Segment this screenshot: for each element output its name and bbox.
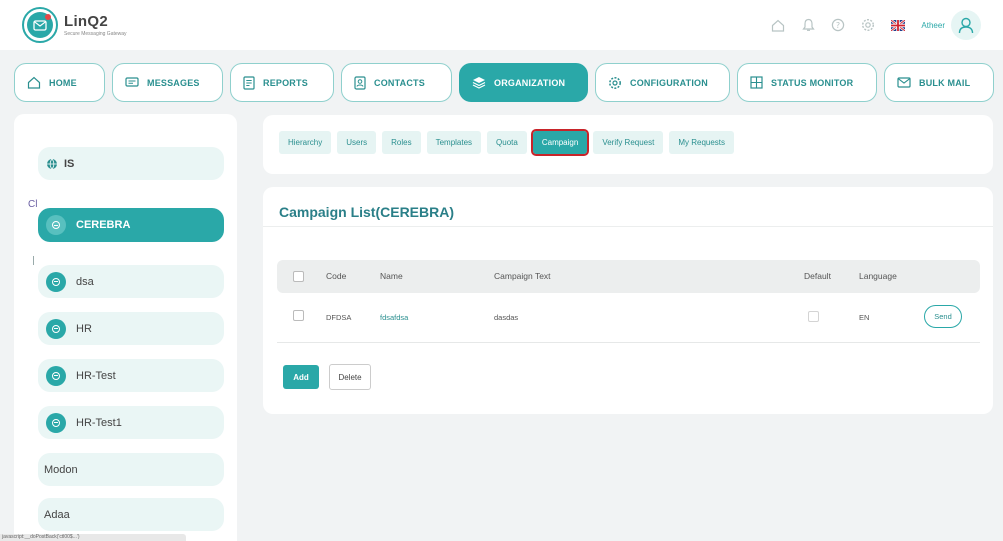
delete-button[interactable]: Delete	[329, 364, 371, 390]
table-row: DFDSA fdsafdsa dasdas EN Send	[277, 295, 980, 343]
sidebar-item-adaa[interactable]: Adaa	[38, 498, 224, 531]
default-checkbox[interactable]	[808, 311, 819, 322]
app-subtitle: Secure Messaging Gateway	[64, 31, 127, 37]
settings-icon[interactable]	[853, 10, 883, 40]
title-divider	[263, 226, 993, 227]
app-logo[interactable]: LinQ2 Secure Messaging Gateway	[22, 7, 127, 43]
tab-verify-request[interactable]: Verify Request	[593, 131, 664, 154]
sidebar-root-is[interactable]: IS	[38, 147, 224, 180]
page-title: Campaign List(CEREBRA)	[279, 204, 455, 220]
app-title: LinQ2	[64, 13, 109, 30]
sidebar-root-label: IS	[64, 157, 75, 170]
tab-campaign[interactable]: Campaign	[530, 129, 590, 156]
nav-messages[interactable]: MESSAGES	[112, 63, 223, 102]
tab-hierarchy[interactable]: Hierarchy	[279, 131, 332, 154]
sidebar-item-label: Adaa	[44, 508, 70, 521]
tab-my-requests[interactable]: My Requests	[669, 131, 735, 154]
send-button[interactable]: Send	[924, 305, 962, 328]
home-icon[interactable]	[763, 10, 793, 40]
layers-icon	[472, 77, 486, 89]
nav-home[interactable]: HOME	[14, 63, 105, 102]
sidebar-item-dsa[interactable]: dsa	[38, 265, 224, 298]
org-sidebar: IS Cl CEREBRA dsa HR HR-Test HR-Test1 Mo…	[14, 114, 237, 541]
minus-circle-icon	[46, 412, 66, 433]
sidebar-section-label: Cl	[28, 199, 38, 210]
column-header-code: Code	[326, 271, 347, 281]
sidebar-item-hr-test1[interactable]: HR-Test1	[38, 406, 224, 439]
sidebar-item-modon[interactable]: Modon	[38, 453, 224, 486]
grid-icon	[750, 76, 763, 89]
sidebar-item-label: HR-Test1	[76, 416, 122, 429]
nav-organization[interactable]: ORGANIZATION	[459, 63, 588, 102]
minus-circle-icon	[46, 365, 66, 386]
minus-circle-icon	[46, 215, 66, 235]
sidebar-item-label: HR-Test	[76, 369, 116, 382]
cell-code: DFDSA	[326, 313, 352, 322]
column-header-default: Default	[804, 271, 831, 281]
add-button[interactable]: Add	[283, 365, 319, 389]
nav-organization-label: ORGANIZATION	[494, 77, 566, 88]
logo-mark	[22, 7, 58, 43]
nav-status-monitor-label: STATUS MONITOR	[771, 77, 854, 88]
campaign-panel: Campaign List(CEREBRA) Code Name Campaig…	[263, 187, 993, 414]
browser-status-bar: javascript:__doPostBack('ctl00$...')	[0, 534, 186, 541]
report-icon	[243, 75, 255, 90]
user-avatar[interactable]	[951, 10, 981, 40]
mail-icon	[897, 77, 911, 88]
sidebar-item-label: CEREBRA	[76, 219, 131, 231]
nav-bulk-mail[interactable]: BULK MAIL	[884, 63, 994, 102]
sidebar-item-label: HR	[76, 322, 92, 335]
select-all-checkbox[interactable]	[293, 271, 304, 282]
tab-quota[interactable]: Quota	[487, 131, 527, 154]
uk-flag-icon[interactable]	[883, 10, 913, 40]
nav-home-label: HOME	[49, 77, 77, 88]
nav-reports[interactable]: REPORTS	[230, 63, 334, 102]
message-icon	[125, 76, 139, 87]
nav-configuration-label: CONFIGURATION	[630, 77, 708, 88]
bell-icon[interactable]	[793, 10, 823, 40]
sidebar-item-hr[interactable]: HR	[38, 312, 224, 345]
minus-circle-icon	[46, 318, 66, 339]
home-icon	[27, 76, 41, 89]
cell-name-link[interactable]: fdsafdsa	[380, 313, 408, 322]
nav-status-monitor[interactable]: STATUS MONITOR	[737, 63, 877, 102]
minus-circle-icon	[46, 271, 66, 292]
cell-campaign-text: dasdas	[494, 313, 519, 322]
column-header-name: Name	[380, 271, 403, 281]
nav-reports-label: REPORTS	[263, 77, 308, 88]
sidebar-item-label: dsa	[76, 275, 94, 288]
gear-icon	[609, 76, 621, 89]
column-header-language: Language	[859, 271, 897, 281]
sidebar-item-hr-test[interactable]: HR-Test	[38, 359, 224, 392]
help-icon[interactable]: ?	[823, 10, 853, 40]
tab-templates[interactable]: Templates	[426, 131, 482, 154]
nav-contacts-label: CONTACTS	[374, 77, 425, 88]
org-tabs-panel: Hierarchy Users Roles Templates Quota Ca…	[263, 115, 993, 174]
row-select-checkbox[interactable]	[293, 310, 304, 321]
contact-icon	[354, 75, 366, 90]
sidebar-item-label: Modon	[44, 463, 78, 476]
tab-users[interactable]: Users	[337, 131, 377, 154]
user-name[interactable]: Atheer	[921, 21, 945, 30]
cell-language: EN	[859, 313, 870, 322]
nav-messages-label: MESSAGES	[147, 77, 200, 88]
column-header-campaign-text: Campaign Text	[494, 271, 551, 281]
top-bar: LinQ2 Secure Messaging Gateway ? Atheer	[0, 0, 1003, 50]
nav-configuration[interactable]: CONFIGURATION	[595, 63, 730, 102]
globe-icon	[47, 158, 57, 169]
tab-roles[interactable]: Roles	[382, 131, 421, 154]
svg-text:?: ?	[836, 21, 840, 30]
sidebar-item-cerebra[interactable]: CEREBRA	[38, 208, 224, 242]
nav-bulk-mail-label: BULK MAIL	[919, 77, 971, 88]
table-header: Code Name Campaign Text Default Language	[277, 260, 980, 293]
nav-contacts[interactable]: CONTACTS	[341, 63, 452, 102]
main-nav: HOME MESSAGES REPORTS CONTACTS ORGANIZAT…	[14, 63, 994, 102]
